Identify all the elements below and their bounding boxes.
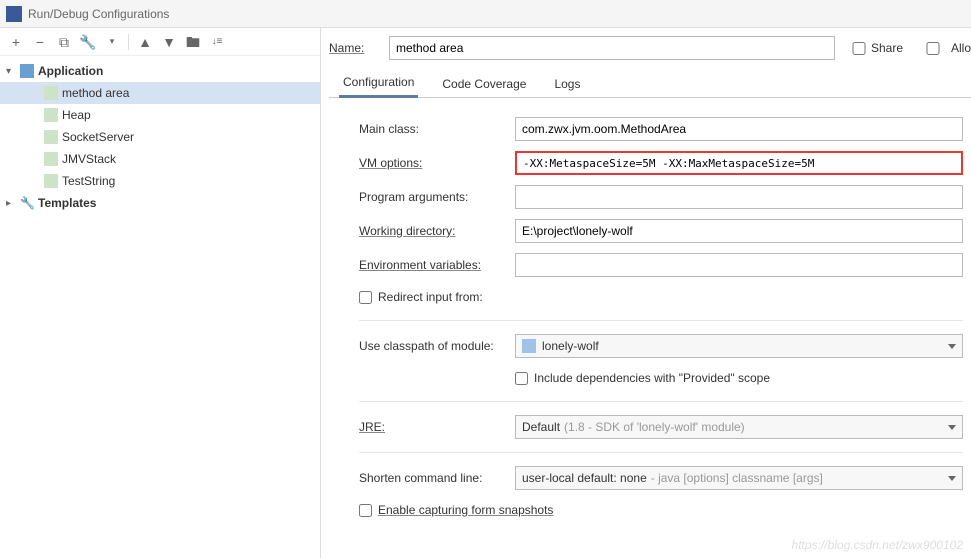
- folder-icon[interactable]: 🖿: [185, 34, 201, 50]
- config-tree: ▾ Application method area Heap SocketSer…: [0, 56, 320, 218]
- tree-node-application[interactable]: ▾ Application: [0, 60, 320, 82]
- title-bar: Run/Debug Configurations: [0, 0, 971, 28]
- chevron-right-icon[interactable]: ▸: [6, 198, 20, 209]
- divider: [359, 452, 963, 453]
- down-icon[interactable]: ▼: [161, 34, 177, 50]
- include-provided-checkbox[interactable]: [515, 372, 528, 385]
- working-dir-label: Working directory:: [359, 224, 507, 238]
- add-icon[interactable]: +: [8, 34, 24, 50]
- copy-icon[interactable]: ⧉: [56, 34, 72, 50]
- wrench-icon[interactable]: 🔧: [80, 34, 96, 50]
- redirect-label: Redirect input from:: [378, 290, 483, 304]
- redirect-checkbox[interactable]: [359, 291, 372, 304]
- shorten-hint: - java [options] classname [args]: [651, 471, 823, 485]
- tree-item-label: SocketServer: [62, 130, 134, 144]
- tree-item-label: TestString: [62, 174, 115, 188]
- enable-capture-checkbox[interactable]: [359, 504, 372, 517]
- tree-node-label: Templates: [38, 196, 96, 210]
- divider: [359, 320, 963, 321]
- name-label: Name:: [329, 41, 381, 55]
- tree-item-label: JMVStack: [62, 152, 116, 166]
- tab-logs[interactable]: Logs: [550, 71, 584, 97]
- run-config-icon: [44, 108, 58, 122]
- run-config-icon: [44, 130, 58, 144]
- tree-item-jmvstack[interactable]: JMVStack: [0, 148, 320, 170]
- allow-checkbox[interactable]: [919, 42, 947, 55]
- tree-node-label: Application: [38, 64, 103, 78]
- tree-item-heap[interactable]: Heap: [0, 104, 320, 126]
- application-icon: [20, 64, 34, 78]
- classpath-label: Use classpath of module:: [359, 339, 507, 353]
- app-icon: [6, 6, 22, 22]
- run-config-icon: [44, 174, 58, 188]
- shorten-label: Shorten command line:: [359, 471, 507, 485]
- enable-capture-label: Enable capturing form snapshots: [378, 503, 553, 517]
- jre-dropdown[interactable]: Default (1.8 - SDK of 'lonely-wolf' modu…: [515, 415, 963, 439]
- divider: [359, 401, 963, 402]
- include-provided-label: Include dependencies with "Provided" sco…: [534, 371, 770, 385]
- chevron-down-icon[interactable]: ▾: [6, 66, 20, 77]
- up-icon[interactable]: ▲: [137, 34, 153, 50]
- classpath-dropdown[interactable]: lonely-wolf: [515, 334, 963, 358]
- shorten-dropdown[interactable]: user-local default: none - java [options…: [515, 466, 963, 490]
- left-panel: + − ⧉ 🔧 ▾ ▲ ▼ 🖿 ↓≡ ▾ Application method …: [0, 28, 321, 558]
- remove-icon[interactable]: −: [32, 34, 48, 50]
- program-args-label: Program arguments:: [359, 190, 507, 204]
- name-row: Name: Share Allo: [329, 28, 971, 68]
- program-args-input[interactable]: [515, 185, 963, 209]
- window-title: Run/Debug Configurations: [28, 7, 169, 21]
- share-checkbox[interactable]: [851, 42, 867, 55]
- module-icon: [522, 339, 536, 353]
- vm-options-input[interactable]: [515, 151, 963, 175]
- left-toolbar: + − ⧉ 🔧 ▾ ▲ ▼ 🖿 ↓≡: [0, 28, 320, 56]
- tree-item-teststring[interactable]: TestString: [0, 170, 320, 192]
- main-class-label: Main class:: [359, 122, 507, 136]
- main-class-input[interactable]: [515, 117, 963, 141]
- env-vars-input[interactable]: [515, 253, 963, 277]
- tree-item-label: Heap: [62, 108, 91, 122]
- tab-configuration[interactable]: Configuration: [339, 69, 418, 98]
- tree-node-templates[interactable]: ▸ 🔧 Templates: [0, 192, 320, 214]
- shorten-value: user-local default: none: [522, 471, 647, 485]
- tree-item-label: method area: [62, 86, 129, 100]
- jre-label: JRE:: [359, 420, 507, 434]
- wrench-dropdown-icon[interactable]: ▾: [104, 34, 120, 50]
- allow-text: Allo: [951, 41, 971, 55]
- jre-value: Default: [522, 420, 560, 434]
- run-config-icon: [44, 152, 58, 166]
- run-config-icon: [44, 86, 58, 100]
- right-panel: Name: Share Allo Configuration Code Cove…: [321, 28, 971, 558]
- watermark: https://blog.csdn.net/zwx900102: [792, 538, 963, 552]
- config-form: Main class: VM options: Program argument…: [329, 98, 971, 525]
- share-text: Share: [871, 41, 903, 55]
- share-checkbox-label[interactable]: Share: [851, 41, 903, 55]
- vm-options-label: VM options:: [359, 156, 507, 170]
- sort-icon[interactable]: ↓≡: [209, 34, 225, 50]
- tabs: Configuration Code Coverage Logs: [329, 68, 971, 98]
- name-input[interactable]: [389, 36, 835, 60]
- env-vars-label: Environment variables:: [359, 258, 507, 272]
- tree-item-socketserver[interactable]: SocketServer: [0, 126, 320, 148]
- jre-hint: (1.8 - SDK of 'lonely-wolf' module): [564, 420, 745, 434]
- tab-code-coverage[interactable]: Code Coverage: [438, 71, 530, 97]
- wrench-icon: 🔧: [20, 196, 34, 210]
- tree-item-method-area[interactable]: method area: [0, 82, 320, 104]
- allow-checkbox-label[interactable]: Allo: [919, 41, 971, 55]
- classpath-value: lonely-wolf: [542, 339, 599, 353]
- toolbar-separator: [128, 34, 129, 50]
- working-dir-input[interactable]: [515, 219, 963, 243]
